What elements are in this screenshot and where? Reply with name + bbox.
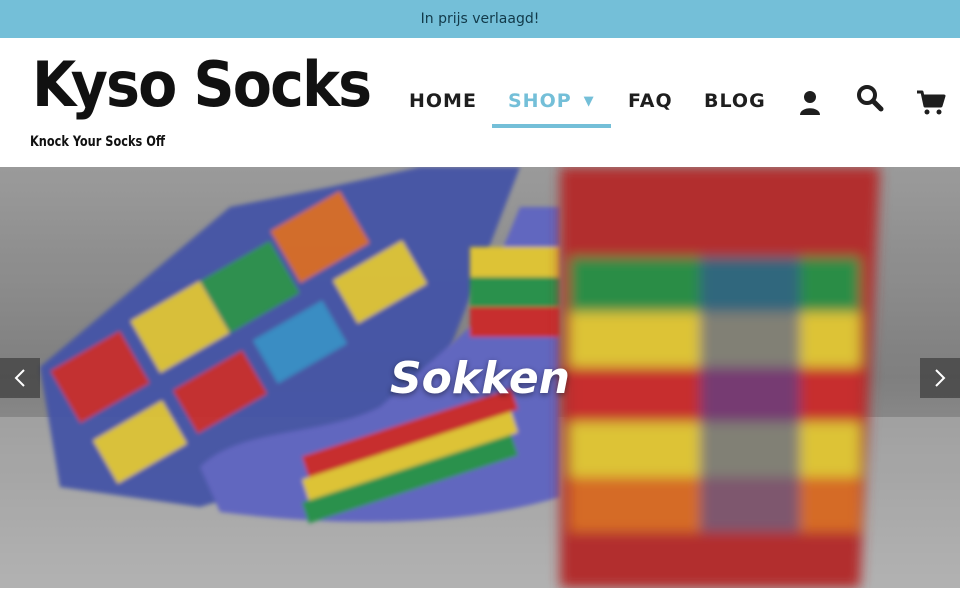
hero-title: Sokken — [389, 353, 571, 404]
nav-shop-label: SHOP — [508, 90, 572, 112]
user-icon[interactable] — [799, 90, 821, 116]
page-below-hero — [0, 588, 960, 600]
cart-icon[interactable] — [916, 90, 946, 116]
nav-home[interactable]: HOME — [409, 90, 477, 112]
announcement-text: In prijs verlaagd! — [420, 11, 540, 27]
main-nav: HOME SHOP ▼ FAQ BLOG — [0, 38, 960, 167]
site-header: Kyso Socks Knock Your Socks Off HOME SHO… — [0, 38, 960, 167]
slideshow-prev-button[interactable] — [0, 358, 40, 398]
chevron-left-icon — [14, 369, 25, 387]
slideshow-next-button[interactable] — [920, 358, 960, 398]
nav-faq[interactable]: FAQ — [628, 90, 673, 112]
hero-slideshow: Sokken — [0, 167, 960, 588]
chevron-right-icon — [935, 369, 946, 387]
nav-blog[interactable]: BLOG — [704, 90, 766, 112]
nav-active-indicator — [492, 124, 611, 128]
nav-shop[interactable]: SHOP ▼ — [508, 90, 595, 112]
chevron-down-icon: ▼ — [583, 94, 595, 109]
search-icon[interactable] — [856, 84, 884, 112]
announcement-bar: In prijs verlaagd! — [0, 0, 960, 38]
